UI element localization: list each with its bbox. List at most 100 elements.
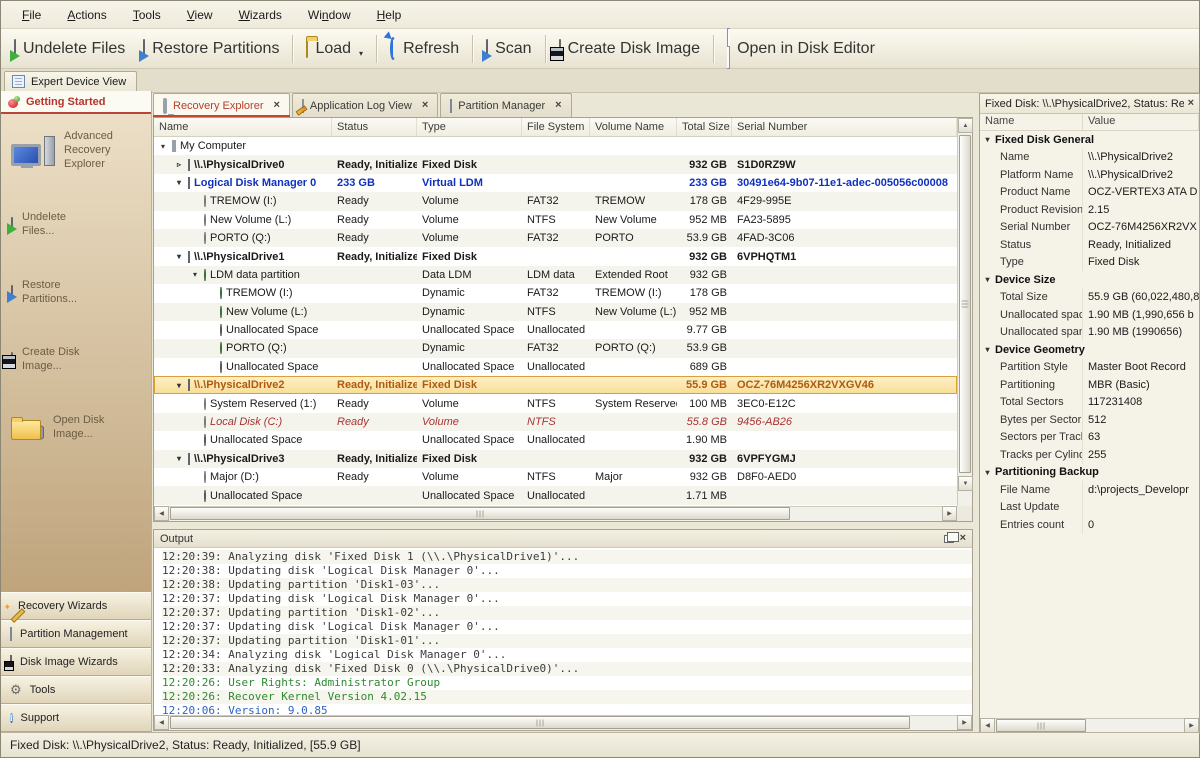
scroll-up-icon[interactable]: ▲ (958, 118, 973, 133)
menu-item-view[interactable]: View (174, 4, 226, 26)
table-row[interactable]: New Volume (L:)DynamicNTFSNew Volume (L:… (154, 303, 957, 321)
sidebar-item-create-disk-image[interactable]: Create Disk Image... (11, 346, 145, 374)
close-icon[interactable]: × (1188, 98, 1194, 109)
load-button[interactable]: Load▾ (297, 37, 372, 61)
property-row[interactable]: Total Size55.9 GB (60,022,480,8 (980, 289, 1199, 307)
table-row[interactable]: Unallocated SpaceUnallocated SpaceUnallo… (154, 486, 957, 504)
table-row[interactable]: ▾My Computer (154, 137, 957, 155)
close-icon[interactable]: × (422, 100, 428, 111)
output-horizontal-scrollbar[interactable]: ◀ ▶ (154, 715, 972, 730)
table-row[interactable]: ▾Logical Disk Manager 0233 GBVirtual LDM… (154, 174, 957, 192)
close-icon[interactable]: × (555, 100, 561, 111)
property-row[interactable]: Partition StyleMaster Boot Record (980, 359, 1199, 377)
close-icon[interactable]: × (273, 100, 279, 111)
table-row[interactable]: Unallocated SpaceUnallocated SpaceUnallo… (154, 431, 957, 449)
property-row[interactable]: Product NameOCZ-VERTEX3 ATA D (980, 184, 1199, 202)
table-row[interactable]: ▾\\.\PhysicalDrive2Ready, InitializedFix… (154, 376, 957, 394)
property-row[interactable]: Total Sectors117231408 (980, 394, 1199, 412)
menu-item-tools[interactable]: Tools (120, 4, 174, 26)
property-row[interactable]: TypeFixed Disk (980, 254, 1199, 272)
sidebar-section-disk-image-wizards[interactable]: Disk Image Wizards (1, 648, 151, 676)
collapse-icon[interactable]: ▾ (983, 468, 992, 477)
column-header-type[interactable]: Type (417, 118, 522, 136)
table-row[interactable]: Local Disk (C:)ReadyVolumeNTFS55.8 GB945… (154, 413, 957, 431)
collapse-icon[interactable]: ▾ (983, 345, 992, 354)
property-row[interactable]: File Named:\projects_Developr (980, 481, 1199, 499)
property-row[interactable]: Bytes per Sector512 (980, 411, 1199, 429)
expand-icon[interactable]: ▹ (174, 160, 184, 169)
property-row[interactable]: Product Revision2.15 (980, 201, 1199, 219)
properties-column-header-name[interactable]: Name (980, 114, 1083, 130)
sidebar-item-restore-partitions[interactable]: Restore Partitions... (11, 279, 145, 307)
sidebar-header-getting-started[interactable]: Getting Started (1, 91, 151, 114)
collapse-icon[interactable]: ▾ (190, 270, 200, 279)
tab-expert-device-view[interactable]: Expert Device View (4, 71, 137, 92)
scan-button[interactable]: Scan (477, 37, 540, 61)
menu-item-actions[interactable]: Actions (54, 4, 119, 26)
column-header-file-system[interactable]: File System (522, 118, 590, 136)
collapse-icon[interactable]: ▾ (174, 454, 184, 463)
column-header-serial-number[interactable]: Serial Number (732, 118, 957, 136)
collapse-icon[interactable]: ▾ (158, 142, 168, 151)
refresh-button[interactable]: Refresh (381, 37, 468, 61)
table-vertical-scrollbar[interactable]: ▲ ▼ (957, 118, 972, 506)
property-row[interactable]: Name\\.\PhysicalDrive2 (980, 149, 1199, 167)
tab-application-log-view[interactable]: Application Log View× (292, 93, 438, 117)
table-row[interactable]: System Reserved (1:)ReadyVolumeNTFSSyste… (154, 394, 957, 412)
table-row[interactable]: ▹\\.\PhysicalDrive0Ready, InitializedFix… (154, 155, 957, 173)
scrollbar-thumb[interactable] (170, 507, 790, 520)
column-header-name[interactable]: Name (154, 118, 332, 136)
menu-item-help[interactable]: Help (364, 4, 415, 26)
table-row[interactable]: Unallocated SpaceUnallocated SpaceUnallo… (154, 321, 957, 339)
scroll-left-icon[interactable]: ◀ (154, 506, 169, 521)
table-row[interactable]: Unallocated SpaceUnallocated SpaceUnallo… (154, 358, 957, 376)
scroll-down-icon[interactable]: ▼ (958, 476, 973, 491)
sidebar-item-undelete-files[interactable]: Undelete Files... (11, 211, 145, 239)
sidebar-section-tools[interactable]: ⚙Tools (1, 676, 151, 704)
collapse-icon[interactable]: ▾ (983, 135, 992, 144)
property-row[interactable]: Platform Name\\.\PhysicalDrive2 (980, 166, 1199, 184)
menu-item-file[interactable]: File (9, 4, 54, 26)
sidebar-item-advanced-recovery-explorer[interactable]: Advanced Recovery Explorer (11, 130, 145, 171)
property-row[interactable]: Serial NumberOCZ-76M4256XR2VX (980, 219, 1199, 237)
menu-item-window[interactable]: Window (295, 4, 364, 26)
property-row[interactable]: Last Update (980, 499, 1199, 517)
sidebar-item-open-disk-image[interactable]: Open Disk Image... (11, 414, 145, 442)
property-row[interactable]: StatusReady, Initialized (980, 236, 1199, 254)
scroll-right-icon[interactable]: ▶ (942, 506, 957, 521)
column-header-status[interactable]: Status (332, 118, 417, 136)
close-icon[interactable]: × (960, 533, 966, 544)
property-group-fixed-disk-general[interactable]: ▾Fixed Disk General (980, 131, 1199, 149)
tab-recovery-explorer[interactable]: Recovery Explorer× (153, 93, 290, 117)
scroll-right-icon[interactable]: ▶ (1184, 718, 1199, 733)
property-row[interactable]: Unallocated space1.90 MB (1,990,656 b (980, 306, 1199, 324)
collapse-icon[interactable]: ▾ (174, 381, 184, 390)
restore-partitions-button[interactable]: Restore Partitions (134, 37, 288, 61)
property-group-device-geometry[interactable]: ▾Device Geometry (980, 341, 1199, 359)
scroll-left-icon[interactable]: ◀ (980, 718, 995, 733)
table-row[interactable]: TREMOW (I:)ReadyVolumeFAT32TREMOW178 GB4… (154, 192, 957, 210)
table-row[interactable]: Major (D:)ReadyVolumeNTFSMajor932 GBD8F0… (154, 468, 957, 486)
table-row[interactable]: PORTO (Q:)DynamicFAT32PORTO (Q:)53.9 GB (154, 339, 957, 357)
scroll-left-icon[interactable]: ◀ (154, 715, 169, 730)
table-horizontal-scrollbar[interactable]: ◀ ▶ (154, 506, 957, 521)
property-row[interactable]: Entries count0 (980, 516, 1199, 534)
collapse-icon[interactable]: ▾ (174, 178, 184, 187)
undelete-files-button[interactable]: Undelete Files (5, 37, 134, 61)
sidebar-section-partition-management[interactable]: Partition Management (1, 620, 151, 648)
property-row[interactable]: PartitioningMBR (Basic) (980, 376, 1199, 394)
scrollbar-thumb[interactable] (170, 716, 910, 729)
property-row[interactable]: Sectors per Track63 (980, 429, 1199, 447)
collapse-icon[interactable]: ▾ (983, 275, 992, 284)
table-row[interactable]: PORTO (Q:)ReadyVolumeFAT32PORTO53.9 GB4F… (154, 229, 957, 247)
scrollbar-thumb[interactable] (959, 135, 971, 473)
column-header-total-size[interactable]: Total Size (677, 118, 732, 136)
open-in-disk-editor-button[interactable]: Open in Disk Editor (718, 28, 884, 70)
table-row[interactable]: TREMOW (I:)DynamicFAT32TREMOW (I:)178 GB (154, 284, 957, 302)
table-row[interactable]: ▾LDM data partitionData LDMLDM dataExten… (154, 266, 957, 284)
properties-horizontal-scrollbar[interactable]: ◀ ▶ (980, 718, 1199, 733)
scrollbar-thumb[interactable] (996, 719, 1086, 732)
table-row[interactable]: New Volume (L:)ReadyVolumeNTFSNew Volume… (154, 211, 957, 229)
properties-column-header-value[interactable]: Value (1083, 114, 1199, 130)
menu-item-wizards[interactable]: Wizards (226, 4, 295, 26)
